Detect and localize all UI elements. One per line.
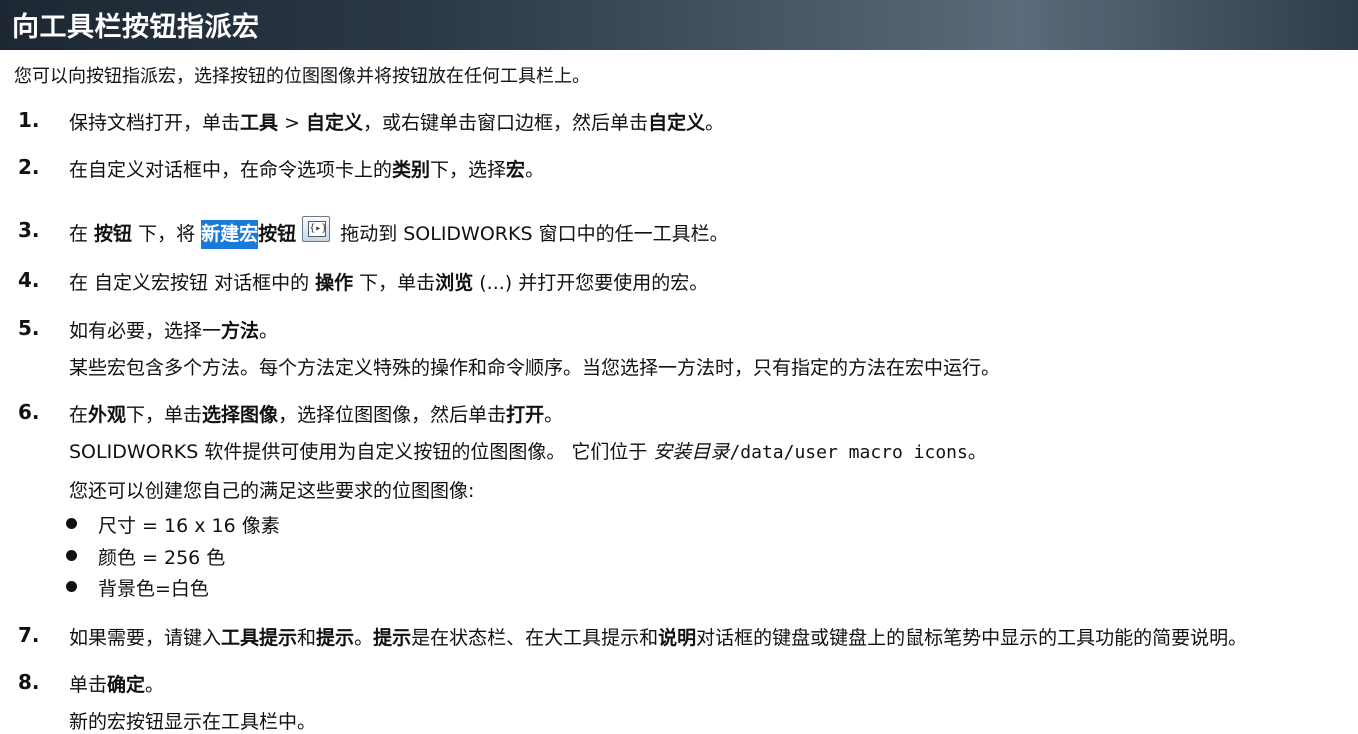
intro-text: 您可以向按钮指派宏，选择按钮的位图图像并将按钮放在任何工具栏上。 [14,66,590,87]
step-6-note-2: 您还可以创建您自己的满足这些要求的位图图像: [69,480,475,502]
step-6-text: 在外观下，单击选择图像，选择位图图像，然后单击打开。 [69,404,564,426]
step-number: 2. [18,155,40,179]
customize-menu-ref: 自定义 [306,112,364,134]
icon-folder-path: /data/user macro icons [729,442,968,463]
step-4-text: 在 自定义宏按钮 对话框中的 操作 下，单击浏览 (...) 并打开您要使用的宏… [69,272,709,294]
step-5-note: 某些宏包含多个方法。每个方法定义特殊的操作和命令顺序。当您选择一方法时，只有指定… [69,357,1001,379]
step-8-note: 新的宏按钮显示在工具栏中。 [69,711,317,733]
list-item: 尺寸 = 16 x 16 像素 [98,515,280,537]
step-3-text: 在 按钮 下，将 新建宏按钮 {▸} 拖动到 SOLIDWORKS 窗口中的任一工具… [69,216,729,249]
step-number: 3. [18,218,40,242]
step-6-note-1: SOLIDWORKS 软件提供可使用为自定义按钮的位图图像。 它们位于 安装目录… [69,441,987,463]
tools-menu-ref: 工具 [240,112,279,134]
list-item: 颜色 = 256 色 [98,547,226,569]
step-2-text: 在自定义对话框中，在命令选项卡上的类别下，选择宏。 [69,159,545,181]
step-number: 8. [18,670,40,694]
page-header: 向工具栏按钮指派宏 [0,0,1358,50]
page-title: 向工具栏按钮指派宏 [12,12,260,43]
bullet-icon [66,581,77,592]
new-macro-button-icon: {▸} [302,216,331,242]
step-number: 7. [18,623,40,647]
step-5-text: 如有必要，选择一方法。 [69,320,279,342]
selected-text-highlight[interactable]: 新建宏 [201,220,259,249]
step-number: 6. [18,400,40,424]
step-1-text: 保持文档打开，单击工具 > 自定义，或右键单击窗口边框，然后单击自定义。 [69,112,725,134]
install-dir-placeholder: 安装目录 [653,441,730,463]
bullet-icon [66,518,77,529]
step-number: 1. [18,108,40,132]
step-7-text: 如果需要，请键入工具提示和提示。提示是在状态栏、在大工具提示和说明对话框的键盘或… [69,627,1248,649]
step-8-text: 单击确定。 [69,674,165,696]
list-item: 背景色=白色 [98,578,209,600]
step-number: 5. [18,316,40,340]
step-number: 4. [18,268,40,292]
customize-menu-ref-2: 自定义 [648,112,706,134]
bullet-icon [66,550,77,561]
